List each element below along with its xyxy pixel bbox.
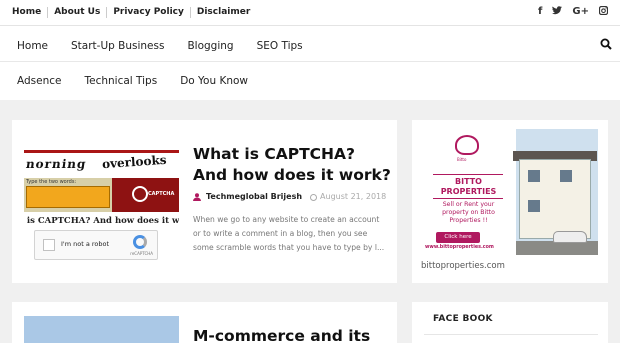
nav-item-adsence[interactable]: Adsence xyxy=(17,75,61,87)
top-link-home[interactable]: Home xyxy=(6,7,49,18)
facebook-icon[interactable]: f xyxy=(538,6,542,18)
captcha-words-banner: norning overlooks xyxy=(24,150,179,178)
captcha-logo-text: CAPTCHA xyxy=(148,191,175,197)
recaptcha-widget-image: I'm not a robot reCAPTCHA xyxy=(34,230,158,260)
post-title[interactable]: M-commerce and its xyxy=(193,327,370,343)
nav-item-seo-tips[interactable]: SEO Tips xyxy=(257,40,303,52)
ad-click-here-button[interactable]: Click here xyxy=(436,232,480,243)
recaptcha-brand: reCAPTCHA xyxy=(130,251,153,256)
facebook-widget: FACE BOOK xyxy=(412,302,608,343)
twitter-icon[interactable] xyxy=(552,6,563,18)
main-nav: Home Start-Up Business Blogging SEO Tips xyxy=(0,26,620,62)
nav-item-blogging[interactable]: Blogging xyxy=(187,40,233,52)
secondary-nav: Adsence Technical Tips Do You Know xyxy=(0,62,620,100)
checkbox-icon xyxy=(43,239,55,251)
nav-item-start-up-business[interactable]: Start-Up Business xyxy=(71,40,164,52)
post-date: August 21, 2018 xyxy=(320,192,387,201)
post-thumbnail[interactable]: norning overlooks Type the two words: CA… xyxy=(24,138,179,263)
captcha-form-label: Type the two words: xyxy=(26,179,77,185)
ad-caption-link[interactable]: bittoproperties.com xyxy=(421,261,505,271)
post-card: M-commerce and its xyxy=(12,302,397,343)
window-image xyxy=(528,200,540,212)
post-meta: Techmeglobal Brijesh August 21, 2018 xyxy=(193,192,386,201)
nav-item-technical-tips[interactable]: Technical Tips xyxy=(84,75,157,87)
divider xyxy=(424,334,598,335)
window-image xyxy=(528,170,540,182)
captcha-input-image xyxy=(26,186,110,208)
captcha-word: norning xyxy=(25,157,88,171)
social-links: f G+ xyxy=(538,5,609,18)
widget-title: FACE BOOK xyxy=(433,314,493,324)
recaptcha-label: I'm not a robot xyxy=(61,240,110,248)
sidebar-ad-widget: Bitto BITTO PROPERTIES Sell or Rent your… xyxy=(412,120,608,283)
post-thumbnail[interactable] xyxy=(24,316,179,343)
house-image xyxy=(519,159,591,239)
ad-text-panel: Bitto BITTO PROPERTIES Sell or Rent your… xyxy=(421,129,516,255)
captcha-form-image: Type the two words: CAPTCHA xyxy=(24,178,179,212)
top-link-about-us[interactable]: About Us xyxy=(48,7,108,18)
advertisement-banner[interactable]: Bitto BITTO PROPERTIES Sell or Rent your… xyxy=(421,129,598,255)
window-image xyxy=(560,170,572,182)
post-card: norning overlooks Type the two words: CA… xyxy=(12,120,397,283)
ad-url: www.bittoproperties.com xyxy=(425,245,494,250)
post-title[interactable]: What is CAPTCHA? And how does it work? xyxy=(193,144,393,186)
clock-icon xyxy=(310,194,318,201)
ad-logo-text: Bitto xyxy=(457,157,467,162)
google-plus-icon[interactable]: G+ xyxy=(572,6,589,18)
divider xyxy=(433,174,503,175)
nav-item-do-you-know[interactable]: Do You Know xyxy=(180,75,248,87)
author-icon xyxy=(193,192,201,201)
bitto-logo-icon xyxy=(455,135,479,155)
post-excerpt: When we go to any website to create an a… xyxy=(193,215,385,252)
captcha-word: overlooks xyxy=(101,152,167,172)
divider xyxy=(433,198,503,199)
instagram-icon[interactable] xyxy=(598,5,609,18)
recaptcha-icon xyxy=(133,235,147,249)
nav-item-home[interactable]: Home xyxy=(17,40,48,52)
captcha-logo-icon xyxy=(132,186,148,202)
thumbnail-caption: t is CAPTCHA? And how does it wo xyxy=(24,216,179,226)
top-link-privacy-policy[interactable]: Privacy Policy xyxy=(107,7,191,18)
ad-copy: Sell or Rent your property on Bitto Prop… xyxy=(442,201,495,224)
post-author[interactable]: Techmeglobal Brijesh xyxy=(206,192,302,201)
search-icon[interactable] xyxy=(600,38,612,50)
top-links: Home About Us Privacy Policy Disclaimer xyxy=(6,7,256,18)
top-link-disclaimer[interactable]: Disclaimer xyxy=(191,7,256,18)
top-bar: Home About Us Privacy Policy Disclaimer … xyxy=(0,0,620,26)
ad-brand: BITTO PROPERTIES xyxy=(440,177,497,196)
ground-image xyxy=(516,241,598,255)
car-image xyxy=(553,231,587,243)
